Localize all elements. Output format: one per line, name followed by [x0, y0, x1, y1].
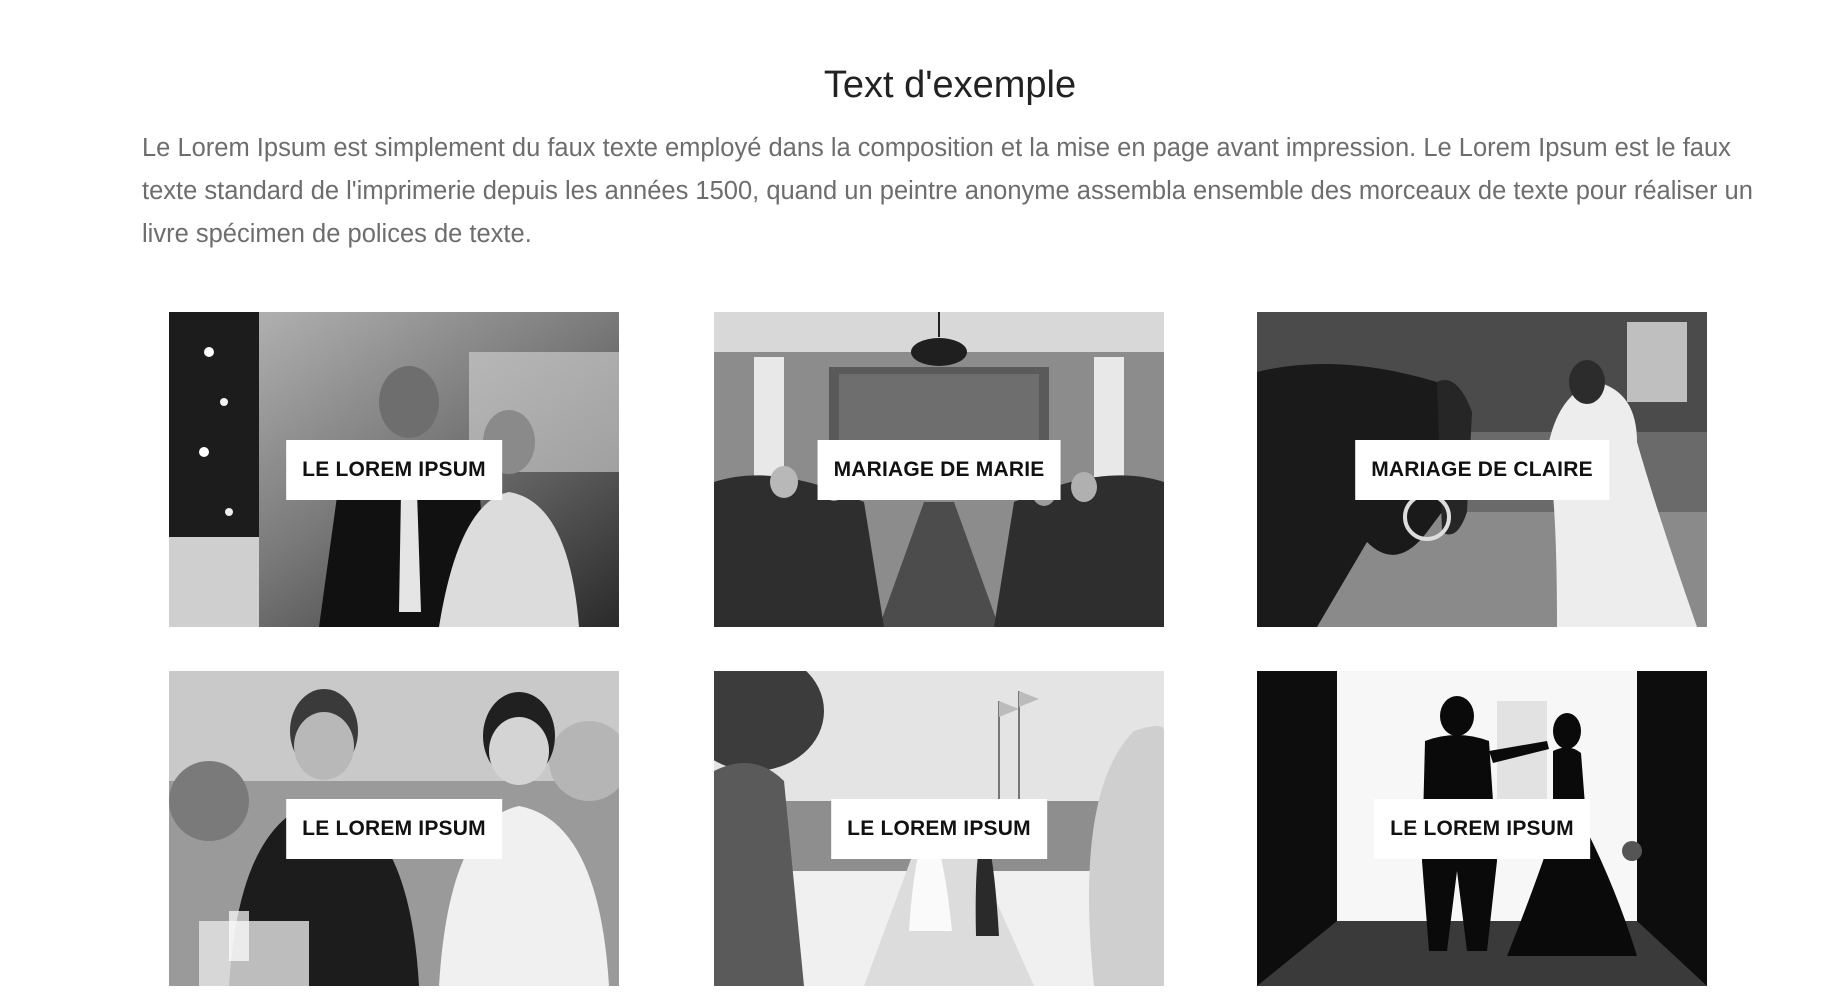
gallery-item-label: LE LOREM IPSUM: [286, 439, 502, 500]
gallery-item[interactable]: MARIAGE DE CLAIRE: [1257, 312, 1707, 627]
intro-section: Text d'exemple Le Lorem Ipsum est simple…: [142, 60, 1758, 256]
section-description: Le Lorem Ipsum est simplement du faux te…: [142, 134, 1753, 248]
gallery-item-label: MARIAGE DE CLAIRE: [1355, 439, 1609, 500]
gallery-item[interactable]: LE LOREM IPSUM: [714, 671, 1164, 986]
gallery-item[interactable]: MARIAGE DE MARIE: [714, 312, 1164, 627]
gallery-item[interactable]: LE LOREM IPSUM: [169, 312, 619, 627]
section-title: Text d'exemple: [823, 64, 1077, 106]
page: Text d'exemple Le Lorem Ipsum est simple…: [0, 0, 1822, 1006]
gallery-item-label: LE LOREM IPSUM: [286, 798, 502, 859]
gallery-item[interactable]: LE LOREM IPSUM: [1257, 671, 1707, 986]
gallery-item-label: LE LOREM IPSUM: [1374, 798, 1590, 859]
gallery-item[interactable]: LE LOREM IPSUM: [169, 671, 619, 986]
gallery-item-label: LE LOREM IPSUM: [831, 798, 1047, 859]
gallery-item-label: MARIAGE DE MARIE: [817, 439, 1061, 500]
